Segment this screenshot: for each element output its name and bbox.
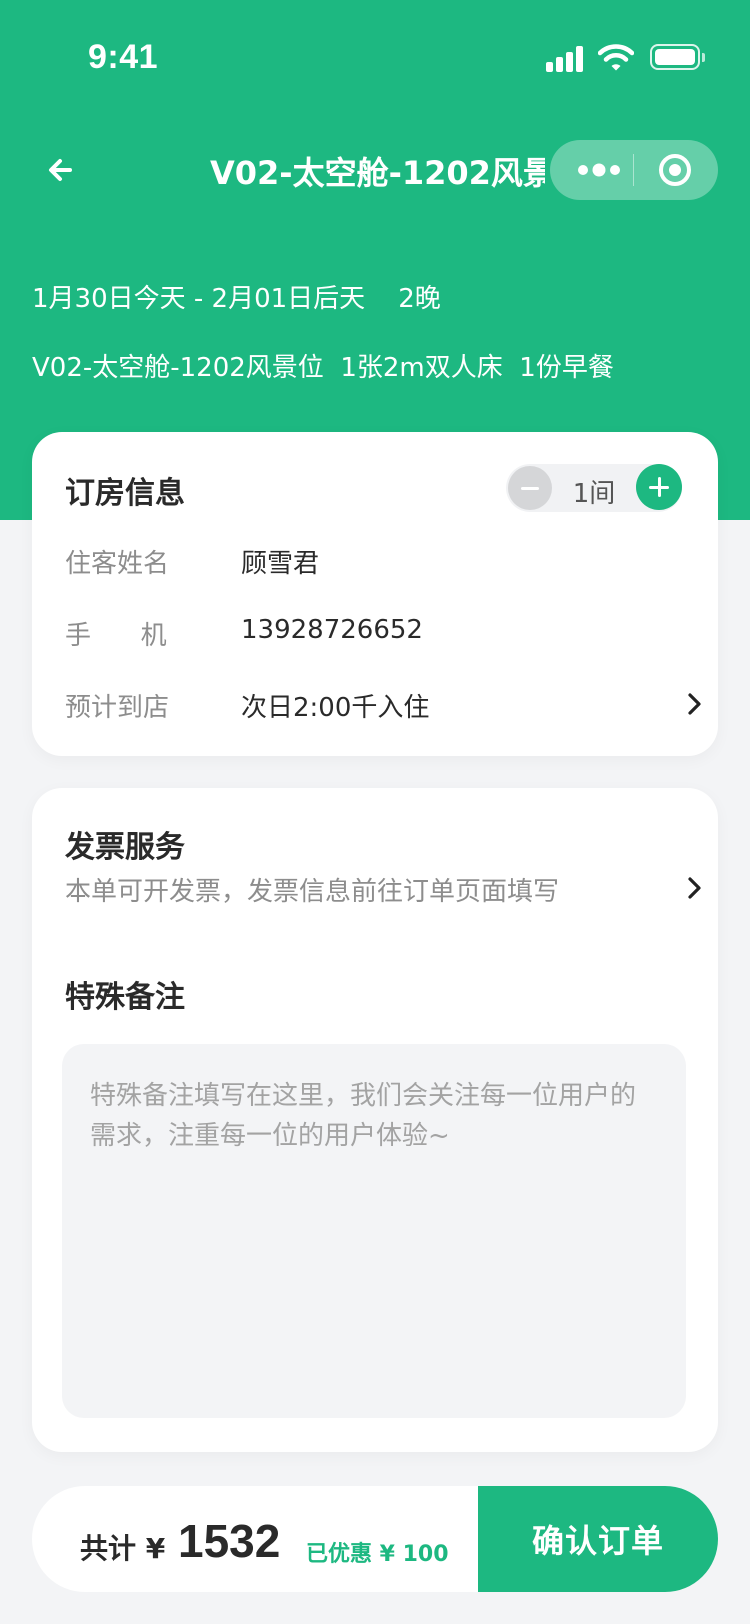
invoice-section-title: 发票服务 bbox=[65, 830, 185, 865]
arrival-time-row[interactable]: 预计到店 次日2:00千入住 bbox=[65, 684, 705, 724]
checkout-bar: 共计 ¥ 1532 已优惠 ¥ 100 确认订单 bbox=[32, 1486, 718, 1592]
booking-section-title: 订房信息 bbox=[65, 476, 185, 511]
remark-section-title: 特殊备注 bbox=[65, 980, 185, 1015]
status-time: 9:41 bbox=[88, 38, 159, 76]
chevron-right-icon bbox=[688, 877, 701, 899]
remark-textarea[interactable] bbox=[62, 1044, 686, 1418]
invoice-card: 发票服务 本单可开发票，发票信息前往订单页面填写 特殊备注 bbox=[32, 788, 718, 1452]
room-count: 1间 bbox=[572, 479, 616, 509]
back-arrow-icon[interactable] bbox=[40, 150, 80, 190]
decrease-button[interactable] bbox=[508, 466, 552, 510]
battery-icon bbox=[650, 44, 705, 70]
discount-text: 已优惠 ¥ 100 bbox=[306, 1542, 449, 1567]
room-count-stepper: 1间 bbox=[506, 464, 682, 512]
phone-value[interactable]: 13928726652 bbox=[241, 615, 423, 645]
room-summary: V02-太空舱-1202风景位 1张2m双人床 1份早餐 bbox=[32, 353, 614, 383]
more-icon[interactable] bbox=[576, 162, 622, 178]
status-bar: 9:41 bbox=[0, 0, 750, 120]
mini-program-capsule bbox=[550, 140, 718, 200]
confirm-order-button[interactable]: 确认订单 bbox=[478, 1486, 718, 1592]
total-label: 共计 ¥ bbox=[80, 1532, 166, 1565]
navigation-bar: V02-太空舱-1202风景 bbox=[0, 130, 750, 210]
phone-label: 手 机 bbox=[65, 621, 167, 651]
chevron-right-icon bbox=[688, 693, 701, 715]
phone-row[interactable]: 手 机 13928726652 bbox=[65, 612, 705, 652]
cellular-signal-icon bbox=[546, 44, 586, 72]
increase-button[interactable] bbox=[636, 464, 682, 510]
booking-info-card: 订房信息 1间 住客姓名 顾雪君 手 机 13928726652 预计到店 次日… bbox=[32, 432, 718, 756]
stay-dates: 1月30日今天 - 2月01日后天 2晚 bbox=[32, 284, 441, 314]
arrival-value: 次日2:00千入住 bbox=[241, 693, 430, 723]
remark-box bbox=[62, 1044, 686, 1418]
wifi-icon bbox=[598, 44, 634, 71]
total-amount: 1532 bbox=[178, 1515, 281, 1567]
invoice-row[interactable]: 本单可开发票，发票信息前往订单页面填写 bbox=[65, 868, 705, 908]
guest-name-value[interactable]: 顾雪君 bbox=[241, 543, 319, 580]
invoice-tip: 本单可开发票，发票信息前往订单页面填写 bbox=[65, 877, 560, 907]
page-title: V02-太空舱-1202风景 bbox=[210, 154, 545, 192]
close-target-icon[interactable] bbox=[658, 153, 692, 187]
guest-name-row[interactable]: 住客姓名 顾雪君 bbox=[65, 540, 705, 580]
arrival-label: 预计到店 bbox=[65, 693, 170, 723]
guest-name-label: 住客姓名 bbox=[65, 549, 170, 579]
capsule-divider bbox=[633, 154, 634, 186]
